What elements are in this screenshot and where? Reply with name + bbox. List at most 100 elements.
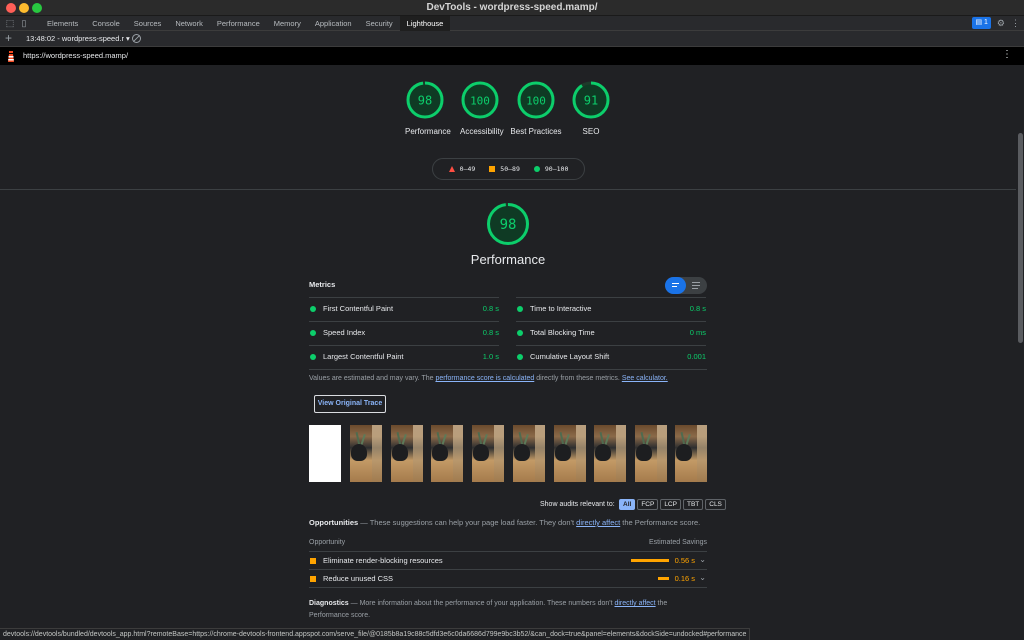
metric-cls: Cumulative Layout Shift 0.001 [516,345,706,369]
tab-elements[interactable]: Elements [40,16,85,31]
report-url-bar: https://wordpress-speed.mamp/ ⋮ [0,47,1024,65]
tab-sources[interactable]: Sources [127,16,169,31]
clear-reports-icon[interactable] [132,34,141,43]
filter-chip-fcp[interactable]: FCP [637,499,659,510]
metric-lcp: Largest Contentful Paint 1.0 s [309,345,499,369]
average-square-icon [310,558,316,564]
metric-name: Speed Index [323,328,366,337]
more-options-icon[interactable]: ⋮ [1011,17,1020,29]
opportunities-desc-end: the Performance score. [620,518,701,527]
chevron-down-icon[interactable]: ⌄ [699,573,706,582]
diagnostics-desc: More information about the performance o… [359,600,615,607]
gauge-best-practices[interactable]: 100 Best Practices [510,81,562,137]
metric-tbt: Total Blocking Time 0 ms [516,321,706,345]
gauge-label: Performance [405,127,451,136]
gauge-label: SEO [582,127,600,136]
lighthouse-toolbar: + 13:48:02 - wordpress-speed.r ▾ [0,31,1024,47]
opportunity-savings: 0.56 s [674,556,695,565]
device-toolbar-icon[interactable]: ▯ [19,18,29,28]
filmstrip-frame [431,425,463,482]
metric-value: 1.0 s [482,352,499,361]
issues-badge[interactable]: ▤ 1 [972,17,991,29]
metrics-bottom-divider [309,369,707,370]
opportunity-row[interactable]: Eliminate render-blocking resources 0.56… [309,551,707,569]
average-square-icon [489,166,496,172]
scrollbar-thumb[interactable] [1018,133,1023,343]
gauge-seo[interactable]: 91 SEO [571,81,611,137]
lighthouse-logo-icon [8,51,14,62]
tab-memory[interactable]: Memory [267,16,308,31]
legend-fail: 0–49 [448,165,476,173]
view-original-trace-button[interactable]: View Original Trace [314,395,386,413]
toggle-line [692,282,700,283]
opportunities-title: Opportunities [309,518,359,527]
tab-security[interactable]: Security [359,16,400,31]
toggle-line [692,285,700,286]
metric-name: Largest Contentful Paint [323,352,404,361]
gauge-score: 100 [470,95,490,108]
audit-filter-label: Show audits relevant to: [540,501,615,508]
gauge-accessibility[interactable]: 100 Accessibility [460,81,504,137]
opportunities-columns: Opportunity Estimated Savings [309,539,707,546]
pass-dot-icon [517,306,523,312]
tab-console[interactable]: Console [85,16,127,31]
pass-circle-icon [533,166,540,172]
metric-tti: Time to Interactive 0.8 s [516,297,706,321]
filmstrip-frame [594,425,626,482]
gauge-ring: 98 [487,203,529,245]
filmstrip-frame [391,425,423,482]
directly-affect-link[interactable]: directly affect [576,518,620,527]
report-menu-icon[interactable]: ⋮ [1002,49,1012,61]
col-opportunity: Opportunity [309,539,346,546]
opportunities-desc: These suggestions can help your page loa… [369,518,577,527]
filter-chip-lcp[interactable]: LCP [660,499,681,510]
gauge-ring: 100 [461,81,499,119]
heading-dash: — [348,600,360,607]
scrollbar-track[interactable] [1016,65,1024,628]
chevron-down-icon[interactable]: ⌄ [699,555,706,564]
panel-tabs: Elements Console Sources Network Perform… [40,16,451,31]
note-text: directly from these metrics. [534,375,622,382]
performance-score-link[interactable]: performance score is calculated [435,375,534,382]
toggle-line [672,283,679,284]
inspect-element-icon[interactable]: ⬚ [5,18,15,28]
opportunity-row[interactable]: Reduce unused CSS 0.16 s ⌄ [309,569,707,587]
metrics-view-toggle[interactable] [665,277,707,294]
filter-chip-all[interactable]: All [619,499,636,510]
tab-performance[interactable]: Performance [210,16,267,31]
see-calculator-link[interactable]: See calculator. [622,375,668,382]
directly-affect-link[interactable]: directly affect [614,600,655,607]
filmstrip-frame [675,425,707,482]
pass-dot-icon [310,330,316,336]
chat-icon: ▤ [975,19,983,26]
report-selector[interactable]: 13:48:02 - wordpress-speed.r ▾ [26,31,130,47]
tab-application[interactable]: Application [308,16,359,31]
audit-filter-chips: All FCP LCP TBT CLS [619,499,726,510]
settings-gear-icon[interactable]: ⚙ [997,17,1005,29]
legend-average: 50–89 [489,165,520,173]
gauge-ring: 91 [572,81,610,119]
filter-chip-cls[interactable]: CLS [705,499,726,510]
tab-lighthouse[interactable]: Lighthouse [399,16,451,31]
tab-network[interactable]: Network [168,16,210,31]
filmstrip [309,425,707,482]
new-report-icon[interactable]: + [5,31,12,46]
opportunities-heading: Opportunities — These suggestions can he… [309,518,700,527]
window-title: DevTools - wordpress-speed.mamp/ [426,2,598,13]
filmstrip-frame [309,425,341,482]
filter-chip-tbt[interactable]: TBT [682,499,704,510]
metric-value: 0.8 s [482,328,499,337]
legend-pass-range: 90–100 [544,165,569,173]
opportunity-name: Reduce unused CSS [323,574,394,583]
gauge-performance[interactable]: 98 Performance [405,81,451,137]
gauge-ring: 98 [406,81,444,119]
legend-fail-range: 0–49 [459,165,476,173]
tabbar-actions: ▤ 1 ⚙ ⋮ [972,17,1020,29]
gauge-score: 100 [526,95,546,108]
opportunities-bottom-divider [309,587,707,588]
filmstrip-frame [513,425,545,482]
audited-url[interactable]: https://wordpress-speed.mamp/ [23,50,128,62]
devtools-tab-bar: ⬚ ▯ Elements Console Sources Network Per… [0,16,1024,31]
average-square-icon [310,576,316,582]
pass-dot-icon [517,354,523,360]
